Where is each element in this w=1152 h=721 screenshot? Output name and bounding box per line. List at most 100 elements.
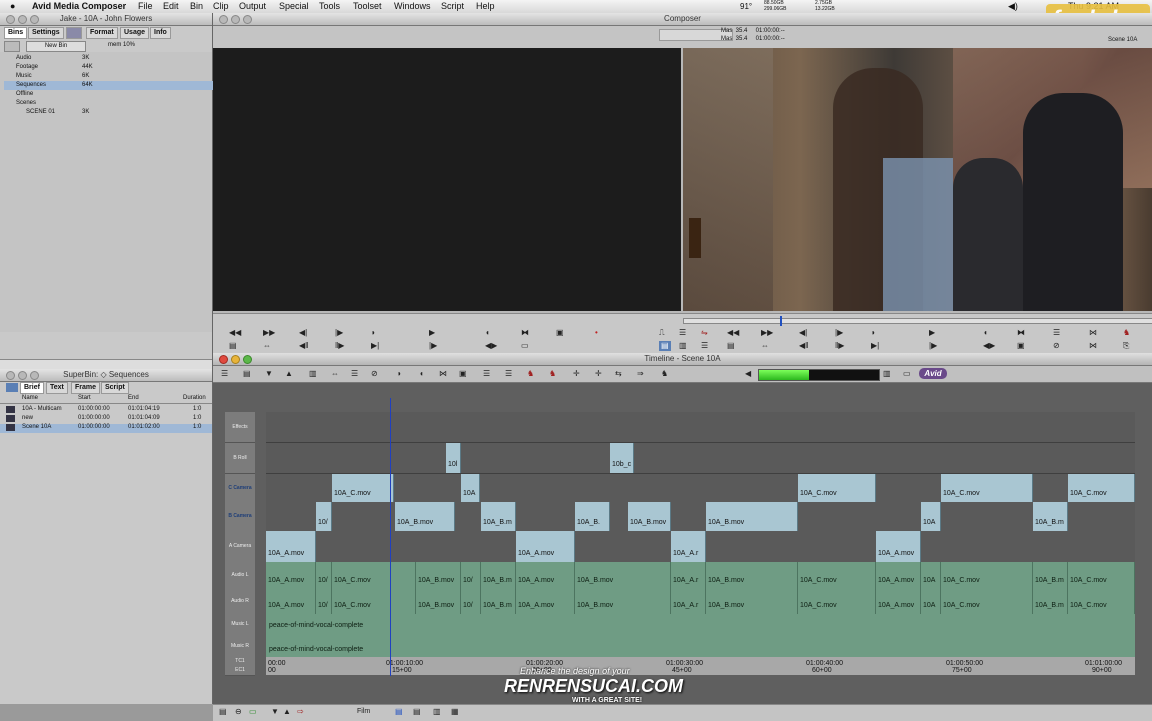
go-to-out-icon[interactable]: ▶|	[371, 341, 379, 351]
clip[interactable]: 10l	[446, 443, 461, 473]
clip[interactable]: 10A_B.mov	[706, 502, 798, 531]
clip[interactable]: 10A	[461, 474, 480, 502]
track-header-c-camera[interactable]: C Camera	[225, 474, 255, 503]
table-row[interactable]: new 01:00:00:00 01:01:04:09 1:0	[0, 415, 212, 424]
rec-trim-icon[interactable]: ⋈	[1089, 328, 1097, 338]
track-broll[interactable]	[266, 443, 1135, 474]
rec-overwrite-icon[interactable]: ☰	[1053, 328, 1060, 338]
track-header-audio-r[interactable]: Audio R	[225, 589, 255, 615]
track-header-ec1[interactable]: EC1	[225, 666, 255, 676]
menu-edit[interactable]: Edit	[163, 1, 179, 12]
sync-icon[interactable]: ⇋	[701, 328, 708, 338]
bin-row-selected[interactable]: Sequences 64K	[4, 81, 221, 90]
toggle-source-icon[interactable]: ▤	[229, 341, 237, 351]
link-icon[interactable]: ⇔	[263, 341, 271, 351]
clip[interactable]: 10A_B.m	[481, 502, 516, 531]
track-header-music-r[interactable]: Music R	[225, 635, 255, 658]
film-label[interactable]: Film	[357, 707, 370, 717]
audio-clip[interactable]: 10A_C.mov	[941, 589, 1033, 614]
track-header-audio-l[interactable]: Audio L	[225, 562, 255, 590]
rec-step-back-icon[interactable]: ◀|	[799, 328, 807, 338]
clip[interactable]: 10A	[921, 502, 941, 531]
audio-clip[interactable]: 10/	[461, 562, 481, 589]
clip[interactable]: 10A_A.mov	[516, 531, 575, 562]
track-header-broll[interactable]: B Roll	[225, 443, 255, 474]
table-row[interactable]: 10A - Multicam 01:00:00:00 01:01:04:19 1…	[0, 406, 212, 415]
audio-clip[interactable]: 10A_A.mov	[876, 562, 921, 589]
audio-clip[interactable]: 10A_B.m	[481, 562, 516, 589]
rec-play-in-out-icon[interactable]: |▶	[929, 341, 937, 351]
rec-next-edit-icon[interactable]: ‖▶	[835, 341, 844, 351]
menu-toolset[interactable]: Toolset	[353, 1, 382, 12]
audio-clip[interactable]: 10A_A.mov	[266, 562, 316, 589]
timeline-menu-icon[interactable]: ▭	[903, 369, 911, 379]
clip[interactable]: 10A_B.mov	[395, 502, 455, 531]
audio-clip[interactable]: 10A_C.mov	[798, 562, 876, 589]
rec-link-icon[interactable]: ▥	[679, 341, 687, 351]
bottom-red-icon[interactable]: ⇨	[297, 707, 304, 717]
down-arrow-icon[interactable]: ▼	[265, 369, 273, 379]
menu-windows[interactable]: Windows	[394, 1, 431, 12]
clip[interactable]: 10A_B.mov	[628, 502, 671, 531]
tab-text[interactable]: Text	[46, 382, 68, 394]
rec-mark-out-icon[interactable]: ◗	[871, 328, 876, 338]
folder-row[interactable]: Offline	[4, 90, 221, 99]
rec-list-icon[interactable]: ☰	[701, 341, 708, 351]
play-in-out-icon[interactable]: |▶	[429, 341, 437, 351]
audio-clip[interactable]: 10A_C.mov	[1068, 562, 1135, 589]
position-indicator[interactable]	[780, 316, 782, 326]
bin-row[interactable]: Music 6K	[4, 72, 221, 81]
source-monitor[interactable]	[213, 48, 681, 311]
menu-icon[interactable]: ☰	[679, 328, 686, 338]
effect-icon[interactable]: ♞	[527, 369, 534, 379]
timeline-title-bar[interactable]: Timeline - Scene 10A	[213, 353, 1152, 366]
segment-icon[interactable]: ▥	[309, 369, 317, 379]
prev-edit-icon[interactable]: ◀‖	[299, 341, 308, 351]
audio-clip[interactable]: 10A_B.m	[481, 589, 516, 614]
app-menu[interactable]: Avid Media Composer	[32, 1, 126, 12]
fast-forward-icon[interactable]: ▶▶	[263, 328, 275, 338]
tab-info[interactable]: Info	[150, 27, 171, 39]
rec-ff-icon[interactable]: ▶▶	[761, 328, 773, 338]
bottom-settings-icon[interactable]: ▦	[451, 707, 459, 717]
rec-mark-in-icon[interactable]: ◖	[983, 328, 988, 338]
menu-help[interactable]: Help	[476, 1, 495, 12]
top-tail-icon[interactable]: ♞	[661, 369, 668, 379]
rec-sync-icon[interactable]: ⇔	[761, 341, 769, 351]
audio-clip[interactable]: 10A_A.mov	[876, 589, 921, 614]
audio-clip[interactable]: 10A_C.mov	[332, 589, 416, 614]
rec-splice-icon[interactable]: ⧓	[1017, 328, 1025, 338]
toggle-icon[interactable]: ▤	[243, 369, 251, 379]
menu-bin[interactable]: Bin	[190, 1, 203, 12]
composer-title-bar[interactable]: Composer	[213, 13, 1152, 26]
bottom-view-icon[interactable]: ▤	[395, 707, 403, 717]
audio-clip[interactable]: 10A_C.mov	[941, 562, 1033, 589]
segment-lift-icon[interactable]: ✛	[573, 369, 580, 379]
menu-script[interactable]: Script	[441, 1, 464, 12]
segment-extract-icon[interactable]: ✛	[595, 369, 602, 379]
mark-clip-icon[interactable]: ◗	[397, 369, 402, 379]
splice-icon[interactable]: ⧓	[521, 328, 529, 338]
audio-clip[interactable]: 10A_A.mov	[516, 589, 575, 614]
step-forward-icon[interactable]: |▶	[335, 328, 343, 338]
clip[interactable]: 10A_A.mov	[266, 531, 316, 562]
music-clip-l[interactable]: peace-of-mind-vocal-complete	[266, 614, 1135, 636]
rec-go-out-icon[interactable]: ▶|	[871, 341, 879, 351]
bin-options-icon[interactable]	[4, 41, 20, 52]
rec-prev-edit-icon[interactable]: ◀‖	[799, 341, 808, 351]
clip[interactable]: 10A_C.mov	[1068, 474, 1135, 502]
timeline-position-indicator[interactable]	[390, 398, 391, 676]
bottom-zoom-icon[interactable]: ⊖	[235, 707, 242, 717]
record-dot-icon[interactable]: •	[595, 328, 598, 338]
audio-clip[interactable]: 10A_C.mov	[1068, 589, 1135, 614]
bottom-green-icon[interactable]: ▭	[249, 707, 257, 717]
extract-icon[interactable]: ☰	[505, 369, 512, 379]
lift-icon[interactable]: ◀▶	[485, 341, 497, 351]
project-title-bar[interactable]: Jake - 10A - John Flowers	[0, 13, 212, 26]
clip[interactable]: 10/	[316, 502, 332, 531]
audio-clip[interactable]: 10A_B.mov	[706, 589, 798, 614]
bin-view-icon[interactable]	[6, 383, 18, 392]
toggle-icon[interactable]: ⎍	[659, 328, 665, 338]
scroll-left-icon[interactable]: ◀	[745, 369, 751, 379]
mark-in-icon[interactable]: ◖	[419, 369, 424, 379]
